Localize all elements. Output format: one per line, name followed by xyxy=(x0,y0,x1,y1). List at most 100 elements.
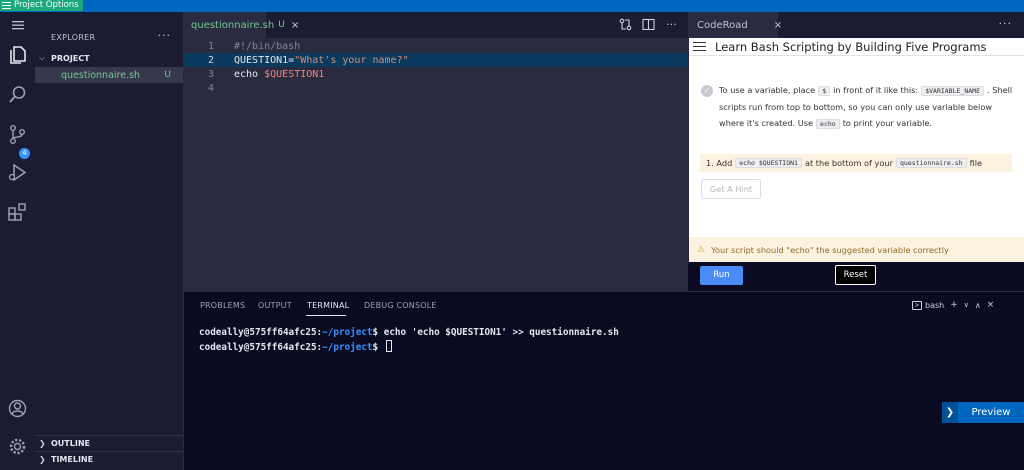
tab-problems[interactable]: PROBLEMS xyxy=(200,301,245,310)
terminal-line: codeally@575ff64afc25:~/project$ xyxy=(199,340,392,353)
coderoad-panel: Learn Bash Scripting by Building Five Pr… xyxy=(688,38,1024,262)
task-text: at the bottom of your xyxy=(804,158,893,168)
inline-code: questionnaire.sh xyxy=(895,158,967,168)
terminal-shell-label: bash xyxy=(925,300,945,310)
lesson-description: To use a variable, place $ in front of it … xyxy=(719,82,1015,132)
coderoad-tab[interactable]: CodeRoad × xyxy=(689,12,782,38)
line-number: 2 xyxy=(207,54,214,66)
close-icon[interactable]: × xyxy=(774,20,782,31)
activity-bar: 4 xyxy=(0,12,35,470)
compare-changes-icon[interactable] xyxy=(619,18,632,31)
explorer-title: EXPLORER xyxy=(51,33,96,42)
extensions-icon[interactable] xyxy=(7,202,28,223)
file-name: questionnaire.sh xyxy=(61,69,141,81)
panel-tab-bar: PROBLEMS OUTPUT TERMINAL DEBUG CONSOLE >… xyxy=(184,291,1024,318)
inline-code: echo $QUESTION1 xyxy=(735,158,802,168)
editor-tab-bar: questionnaire.sh U × ··· xyxy=(184,12,688,38)
close-icon[interactable]: × xyxy=(291,20,299,31)
terminal-user: codeally@575ff64afc25 xyxy=(199,327,317,338)
terminal[interactable]: codeally@575ff64afc25:~/project$ echo 'e… xyxy=(184,318,1024,470)
terminal-path: ~/project xyxy=(322,342,373,353)
account-icon[interactable] xyxy=(7,398,28,419)
maximize-panel-icon[interactable]: ∧ xyxy=(975,301,981,310)
explorer-sidebar: EXPLORER ··· ⌵ PROJECT questionnaire.sh … xyxy=(35,12,184,470)
tab-debug-console[interactable]: DEBUG CONSOLE xyxy=(364,301,437,310)
source-control-icon[interactable] xyxy=(7,124,28,145)
get-hint-button[interactable]: Get A Hint xyxy=(701,179,761,199)
top-banner: Project Options xyxy=(0,0,1024,12)
coderoad-tab-bar: CodeRoad × ··· xyxy=(688,12,1024,38)
chevron-right-icon: ❯ xyxy=(39,439,46,448)
editor-tab-status: U xyxy=(278,20,285,30)
panel-actions: > bash + ∨ ∧ × xyxy=(912,298,1024,312)
coderoad-more-button[interactable]: ··· xyxy=(999,17,1013,30)
editor-actions: ··· xyxy=(619,18,678,31)
warning-message: ⚠ Your script should "echo" the suggeste… xyxy=(689,237,1024,262)
inline-code: $ xyxy=(818,86,831,96)
settings-gear-icon[interactable] xyxy=(7,436,28,457)
more-actions-icon[interactable]: ··· xyxy=(665,18,678,31)
terminal-line: codeally@575ff64afc25:~/project$ echo 'e… xyxy=(199,327,619,338)
terminal-cursor xyxy=(385,340,392,352)
chevron-right-icon: ❯ xyxy=(942,402,958,423)
preview-button[interactable]: ❯ Preview xyxy=(942,402,1024,423)
menu-icon[interactable] xyxy=(11,18,25,32)
code-line: 3 echo $QUESTION1 xyxy=(184,67,688,81)
terminal-user: codeally@575ff64afc25 xyxy=(199,342,317,353)
file-item-questionnaire[interactable]: questionnaire.sh U xyxy=(35,67,183,83)
terminal-selector[interactable]: > bash xyxy=(912,300,945,310)
line-text: #!/bin/bash xyxy=(234,40,301,52)
check-circle-icon: ✓ xyxy=(701,85,713,97)
hamburger-menu-icon[interactable] xyxy=(693,41,707,52)
preview-label: Preview xyxy=(971,407,1011,418)
search-icon[interactable] xyxy=(7,84,28,105)
editor-tab-label: questionnaire.sh xyxy=(191,19,275,31)
tutorial-title: Learn Bash Scripting by Building Five Pr… xyxy=(715,39,987,54)
close-panel-icon[interactable]: × xyxy=(987,300,995,310)
outline-label: OUTLINE xyxy=(51,439,90,448)
tab-terminal[interactable]: TERMINAL xyxy=(307,301,349,310)
project-options-button[interactable]: Project Options xyxy=(0,0,83,11)
desc-text: To use a variable, place xyxy=(719,85,816,95)
inline-code: $VARIABLE_NAME xyxy=(921,86,984,96)
timeline-section-header[interactable]: ❯ TIMELINE xyxy=(35,451,183,467)
run-button[interactable]: Run xyxy=(700,266,743,285)
line-text: echo $QUESTION1 xyxy=(234,69,324,80)
inline-code: echo xyxy=(816,119,840,129)
code-line: 1 #!/bin/bash xyxy=(184,39,688,53)
coderoad-footer: Run Reset xyxy=(688,262,1024,290)
code-token-command: echo xyxy=(234,68,265,80)
file-status-badge: U xyxy=(164,70,171,80)
code-line: 4 xyxy=(184,81,688,95)
line-number: 1 xyxy=(207,40,214,52)
outline-section-header[interactable]: ❯ OUTLINE xyxy=(35,435,183,451)
project-label: PROJECT xyxy=(51,53,90,63)
run-debug-icon[interactable] xyxy=(7,162,28,183)
code-line-active: 2 QUESTION1="What's your name?" xyxy=(184,53,688,67)
desc-text: to print your variable. xyxy=(842,118,933,128)
code-token-string: "What's your name?" xyxy=(294,54,409,66)
line-text: QUESTION1="What's your name?" xyxy=(234,55,409,66)
coderoad-header: Learn Bash Scripting by Building Five Pr… xyxy=(689,38,1024,56)
task-text: file xyxy=(969,158,983,168)
warning-icon: ⚠ xyxy=(697,244,706,255)
warning-text: Your script should "echo" the suggested … xyxy=(711,244,949,255)
code-token-variable: QUESTION1= xyxy=(234,54,295,66)
project-folder-header[interactable]: ⌵ PROJECT xyxy=(35,50,183,66)
explorer-more-button[interactable]: ··· xyxy=(158,29,172,42)
app-window: Project Options 4 EXPLORER ··· ⌵ PROJECT… xyxy=(0,0,1024,470)
chevron-down-icon[interactable]: ∨ xyxy=(964,301,969,309)
editor-tab-questionnaire[interactable]: questionnaire.sh U × xyxy=(184,12,299,38)
split-editor-icon[interactable] xyxy=(642,18,655,31)
terminal-path: ~/project xyxy=(322,327,373,338)
chevron-right-icon: ❯ xyxy=(39,455,46,464)
code-editor[interactable]: 1 #!/bin/bash 2 QUESTION1="What's your n… xyxy=(184,38,688,291)
files-icon[interactable] xyxy=(7,44,28,65)
new-terminal-icon[interactable]: + xyxy=(950,300,958,310)
timeline-label: TIMELINE xyxy=(51,455,94,464)
coderoad-tab-label: CodeRoad xyxy=(697,19,748,31)
reset-button[interactable]: Reset xyxy=(835,265,876,285)
line-number: 4 xyxy=(207,82,214,94)
tab-output[interactable]: OUTPUT xyxy=(258,301,292,310)
project-options-label: Project Options xyxy=(14,0,79,10)
